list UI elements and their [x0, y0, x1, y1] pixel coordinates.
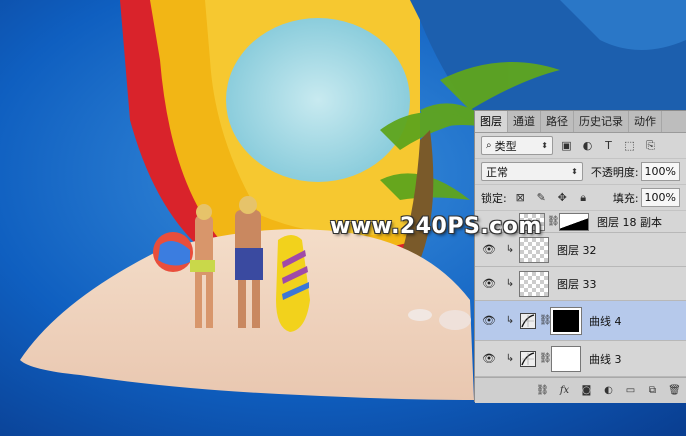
layer-style-fx-icon[interactable]: fx — [558, 384, 571, 397]
smart-object-filter-icon[interactable]: ⎘ — [643, 138, 658, 153]
delete-layer-icon[interactable]: 🗑︎ — [668, 384, 681, 397]
blend-mode-value: 正常 — [486, 165, 508, 179]
visibility-eye-icon[interactable]: 👁︎ — [475, 314, 503, 327]
layer-thumbnail — [519, 236, 549, 263]
fill-input[interactable]: 100% — [640, 188, 680, 207]
adjustment-filter-icon[interactable]: ◐ — [580, 138, 595, 153]
layer-mask-thumbnail — [551, 345, 581, 372]
blend-mode-dropdown[interactable]: 正常 ⬍ — [481, 162, 583, 181]
tab-paths[interactable]: 路径 — [541, 111, 574, 132]
layer-thumbnail — [519, 270, 549, 297]
visibility-eye-icon[interactable]: 👁︎ — [475, 243, 503, 256]
link-chain-icon: ⛓ — [539, 353, 552, 364]
lock-move-icon[interactable]: ✥ — [555, 190, 570, 205]
layer-row[interactable]: 👁︎ ↳ 图层 33 — [475, 267, 686, 301]
lock-transparent-icon[interactable]: ⊠ — [513, 190, 528, 205]
tab-channels[interactable]: 通道 — [508, 111, 541, 132]
clip-arrow-icon: ↳ — [505, 315, 515, 326]
link-chain-icon: ⛓ — [547, 216, 560, 227]
layer-name: 曲线 3 — [589, 352, 622, 366]
link-chain-icon: ⛓ — [539, 315, 552, 326]
type-filter-icon[interactable]: T — [601, 138, 616, 153]
tab-actions[interactable]: 动作 — [629, 111, 662, 132]
new-layer-icon[interactable]: ⧉ — [646, 384, 659, 397]
new-adjustment-layer-icon[interactable]: ◐ — [602, 384, 615, 397]
new-group-icon[interactable]: ▭ — [624, 384, 637, 397]
curves-adjustment-icon — [519, 312, 537, 330]
layer-filter-label: 类型 — [494, 139, 517, 153]
chevron-down-icon: ⬍ — [571, 167, 578, 176]
filter-row: ⌕ 类型 ⬍ ▣ ◐ T ⬚ ⎘ — [475, 133, 686, 159]
tab-history[interactable]: 历史记录 — [574, 111, 629, 132]
link-layers-icon[interactable]: ⛓ — [536, 384, 549, 397]
fill-label: 填充: — [612, 191, 639, 205]
layer-name: 图层 32 — [557, 243, 597, 257]
panel-bottom-bar: ⛓ fx ◙ ◐ ▭ ⧉ 🗑︎ — [475, 377, 686, 403]
visibility-eye-icon[interactable]: 👁︎ — [475, 352, 503, 365]
layers-panel: 图层 通道 路径 历史记录 动作 ⌕ 类型 ⬍ ▣ ◐ T ⬚ ⎘ 正常 ⬍ 不… — [474, 110, 686, 403]
blend-row: 正常 ⬍ 不透明度: 100% — [475, 159, 686, 185]
clip-arrow-icon: ↳ — [505, 353, 515, 364]
clip-arrow-icon: ↳ — [505, 244, 515, 255]
search-icon: ⌕ — [486, 140, 492, 151]
lock-label: 锁定: — [481, 191, 507, 205]
opacity-input[interactable]: 100% — [640, 162, 680, 181]
layer-name: 曲线 4 — [589, 314, 622, 328]
curves-adjustment-icon — [519, 350, 537, 368]
shape-filter-icon[interactable]: ⬚ — [622, 138, 637, 153]
visibility-eye-icon[interactable]: 👁︎ — [475, 277, 503, 290]
layer-name: 图层 18 副本 — [597, 215, 662, 229]
image-filter-icon[interactable]: ▣ — [559, 138, 574, 153]
lock-row: 锁定: ⊠ ✎ ✥ 🔒︎ 填充: 100% — [475, 185, 686, 211]
watermark-text: www.240PS.com — [330, 214, 542, 239]
chevron-down-icon: ⬍ — [541, 141, 548, 150]
panel-tabs: 图层 通道 路径 历史记录 动作 — [475, 111, 686, 133]
layer-row[interactable]: 👁︎ ↳ ⛓ 曲线 3 — [475, 341, 686, 377]
layer-row-selected[interactable]: 👁︎ ↳ ⛓ 曲线 4 — [475, 301, 686, 341]
add-mask-icon[interactable]: ◙ — [580, 384, 593, 397]
layer-mask-thumbnail — [559, 212, 589, 231]
lock-paint-icon[interactable]: ✎ — [534, 190, 549, 205]
layer-filter-dropdown[interactable]: ⌕ 类型 ⬍ — [481, 136, 553, 155]
clip-arrow-icon: ↳ — [505, 278, 515, 289]
lock-all-icon[interactable]: 🔒︎ — [576, 190, 591, 205]
tab-layers[interactable]: 图层 — [475, 111, 508, 132]
layer-name: 图层 33 — [557, 277, 597, 291]
layer-mask-thumbnail — [550, 306, 582, 335]
opacity-label: 不透明度: — [590, 165, 639, 179]
